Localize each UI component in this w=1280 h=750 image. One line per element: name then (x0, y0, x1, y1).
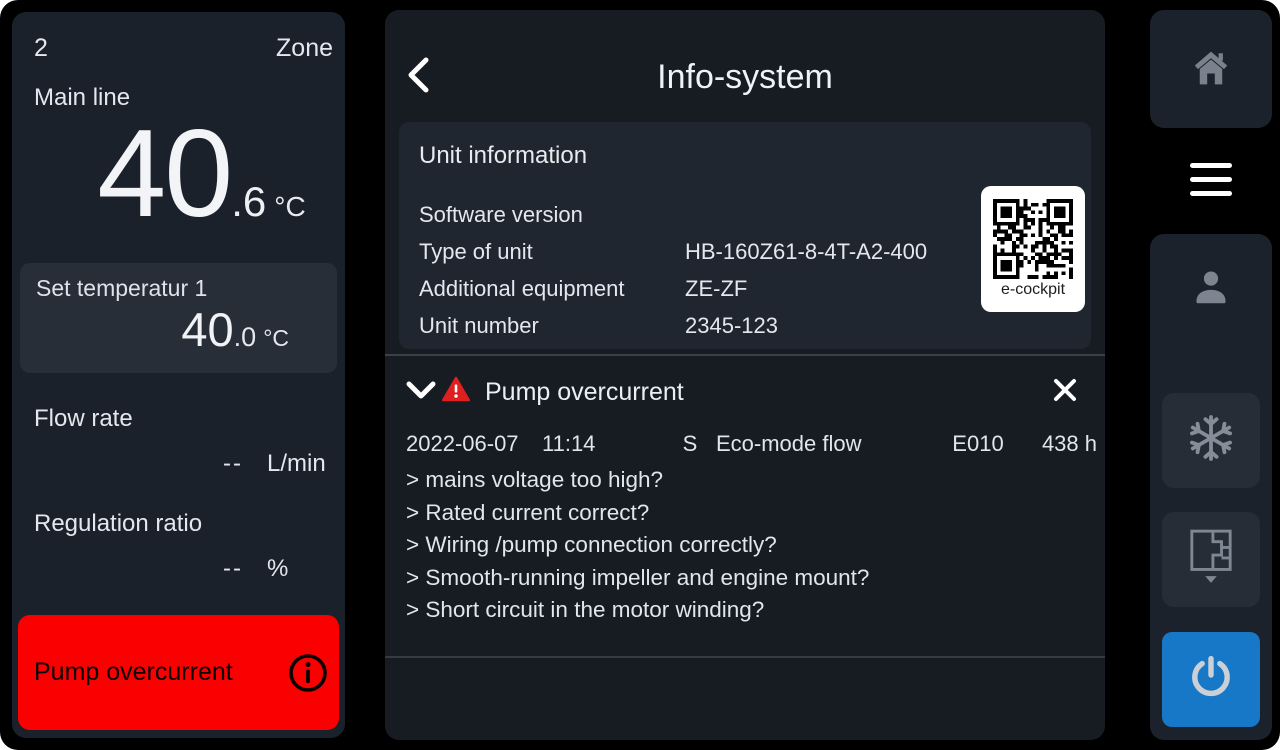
main-temp-unit: °C (274, 191, 305, 222)
set-temp-dec: .0 (234, 322, 257, 352)
sidebar-lower-section (1150, 234, 1272, 740)
checklist-item: > Smooth-running impeller and engine mou… (406, 562, 869, 595)
set-temp-label: Set temperatur 1 (36, 275, 321, 302)
chevron-down-icon (405, 387, 437, 404)
power-button[interactable] (1162, 632, 1260, 727)
alarm-checklist: > mains voltage too high? > Rated curren… (406, 464, 869, 627)
hmi-screen: 2 Zone Main line 40.6°C Set temperatur 1… (0, 0, 1280, 750)
alarm-message: Eco-mode flow (716, 431, 929, 457)
unit-information-card: Unit information Software version Type o… (399, 122, 1091, 349)
close-icon (1051, 391, 1079, 408)
alarm-banner-text: Pump overcurrent (34, 658, 233, 687)
set-temp-unit: °C (263, 325, 289, 351)
flow-rate-value: -- (223, 450, 243, 478)
row-label: Type of unit (419, 239, 685, 265)
set-temperature-card[interactable]: Set temperatur 1 40.0°C (20, 263, 337, 373)
mold-button[interactable] (1162, 512, 1260, 607)
main-temp-int: 40 (97, 105, 231, 243)
alarm-hours: 438 h (1027, 431, 1097, 457)
sidebar-item-menu[interactable] (1118, 130, 1260, 230)
user-icon (1188, 264, 1234, 315)
divider (385, 656, 1105, 658)
cooling-button[interactable] (1162, 393, 1260, 488)
main-temperature-value: 40.6°C (12, 112, 345, 236)
alarm-date: 2022-06-07 (406, 431, 542, 457)
alarm-close-button[interactable] (1051, 376, 1079, 404)
checklist-item: > mains voltage too high? (406, 464, 869, 497)
row-label: Unit number (419, 313, 685, 339)
row-value: 2345-123 (685, 313, 1071, 339)
row-label: Software version (419, 202, 685, 228)
qr-code-label: e-cockpit (1001, 281, 1065, 299)
row-label: Additional equipment (419, 276, 685, 302)
checklist-item: > Short circuit in the motor winding? (406, 594, 869, 627)
alarm-time: 11:14 (542, 431, 664, 457)
sidebar-item-user[interactable] (1178, 256, 1244, 322)
unit-info-row: Additional equipment ZE-ZF (419, 270, 1071, 307)
unit-info-row: Unit number 2345-123 (419, 307, 1071, 344)
main-temp-dec: .6 (231, 178, 266, 225)
info-icon[interactable] (287, 652, 329, 694)
alarm-state: S (664, 431, 716, 457)
unit-info-rows: Software version Type of unit HB-160Z61-… (419, 196, 1071, 344)
home-icon (1191, 48, 1231, 91)
regulation-ratio-label: Regulation ratio (34, 510, 202, 538)
sidebar-item-home[interactable] (1150, 10, 1272, 128)
alarm-title: Pump overcurrent (485, 378, 684, 407)
set-temp-value: 40.0°C (36, 306, 321, 353)
flow-rate-unit: L/min (267, 450, 335, 478)
regulation-ratio-value: -- (223, 555, 243, 583)
zone-panel[interactable]: 2 Zone Main line 40.6°C Set temperatur 1… (12, 12, 345, 738)
checklist-item: > Wiring /pump connection correctly? (406, 529, 869, 562)
flow-rate-row: -- L/min (34, 450, 335, 478)
power-icon (1187, 653, 1235, 706)
checklist-item: > Rated current correct? (406, 497, 869, 530)
alarm-banner[interactable]: Pump overcurrent (18, 615, 339, 730)
mold-icon (1188, 528, 1234, 591)
set-temp-int: 40 (181, 303, 233, 356)
regulation-ratio-unit: % (267, 555, 335, 583)
regulation-ratio-row: -- % (34, 555, 335, 583)
warning-triangle-icon (442, 376, 470, 402)
unit-info-row: Software version (419, 196, 1071, 233)
alarm-code: E010 (929, 431, 1027, 457)
alarm-meta-row: 2022-06-07 11:14 S Eco-mode flow E010 43… (385, 428, 1105, 460)
page-title: Info-system (385, 58, 1105, 97)
zone-number: 2 (34, 34, 48, 63)
menu-icon (1190, 163, 1232, 196)
zone-label: Zone (276, 34, 333, 63)
info-system-panel: Info-system Unit information Software ve… (385, 10, 1105, 740)
unit-info-heading: Unit information (419, 142, 1071, 170)
snowflake-icon (1187, 414, 1235, 467)
divider (385, 354, 1105, 356)
zone-header: 2 Zone (34, 34, 333, 63)
unit-info-row: Type of unit HB-160Z61-8-4T-A2-400 (419, 233, 1071, 270)
qr-code: e-cockpit (981, 186, 1085, 312)
flow-rate-label: Flow rate (34, 405, 133, 433)
alarm-collapse-button[interactable] (405, 380, 437, 400)
